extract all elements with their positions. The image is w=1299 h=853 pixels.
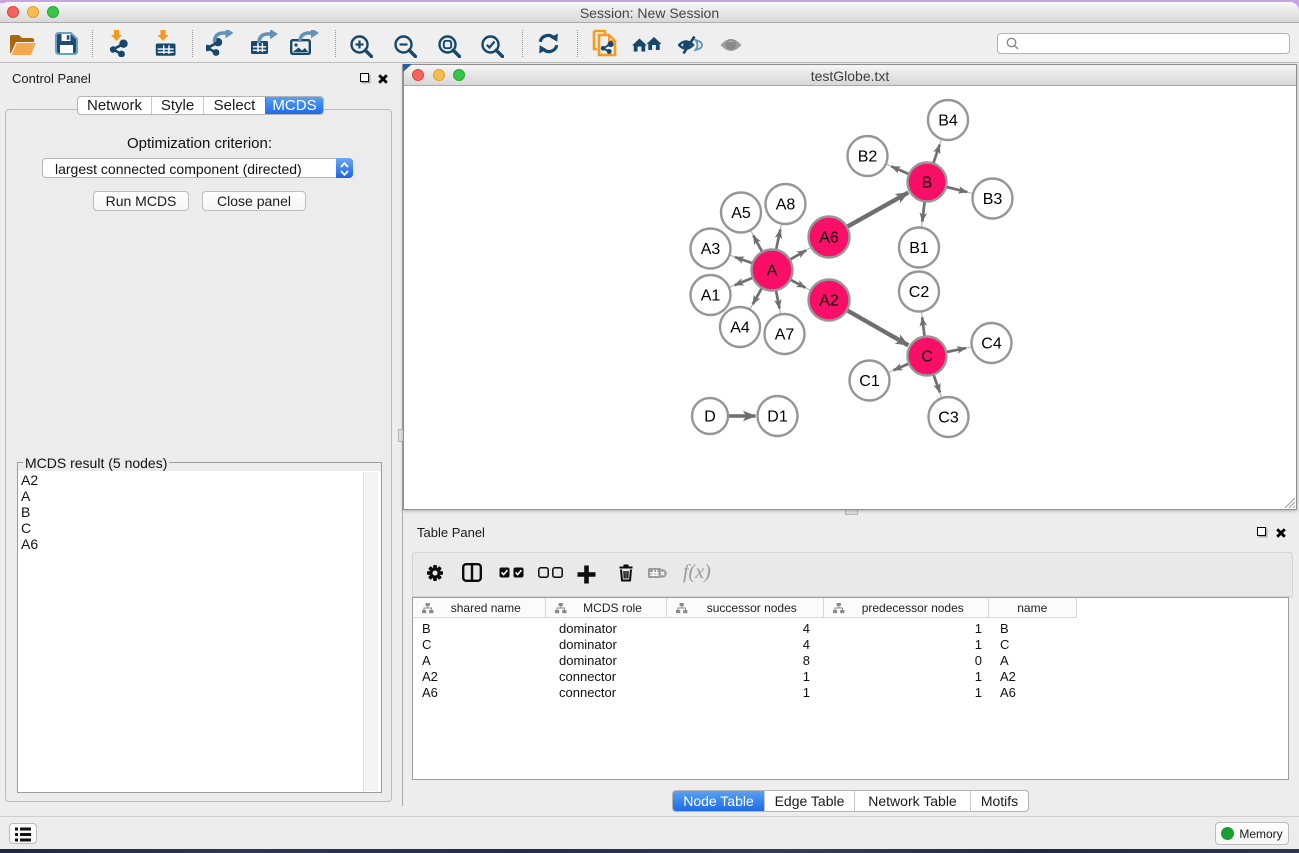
svg-text:A3: A3 [701, 241, 721, 258]
svg-text:C: C [921, 349, 933, 366]
svg-text:C4: C4 [981, 336, 1002, 353]
svg-text:B4: B4 [938, 113, 958, 130]
svg-text:A6: A6 [819, 230, 839, 247]
svg-text:B2: B2 [858, 149, 878, 166]
svg-text:A8: A8 [776, 197, 796, 214]
svg-text:B3: B3 [983, 191, 1003, 208]
svg-text:B1: B1 [909, 240, 929, 257]
svg-text:C1: C1 [859, 373, 880, 390]
svg-text:C3: C3 [938, 410, 959, 427]
svg-text:D1: D1 [767, 409, 788, 426]
svg-text:A7: A7 [775, 327, 795, 344]
svg-text:A: A [767, 263, 778, 280]
svg-text:A5: A5 [731, 205, 751, 222]
svg-text:A1: A1 [701, 288, 721, 305]
svg-text:C2: C2 [909, 284, 930, 301]
svg-text:A2: A2 [819, 293, 839, 310]
svg-text:B: B [922, 175, 933, 192]
svg-text:A4: A4 [730, 320, 750, 337]
svg-text:D: D [704, 409, 716, 426]
